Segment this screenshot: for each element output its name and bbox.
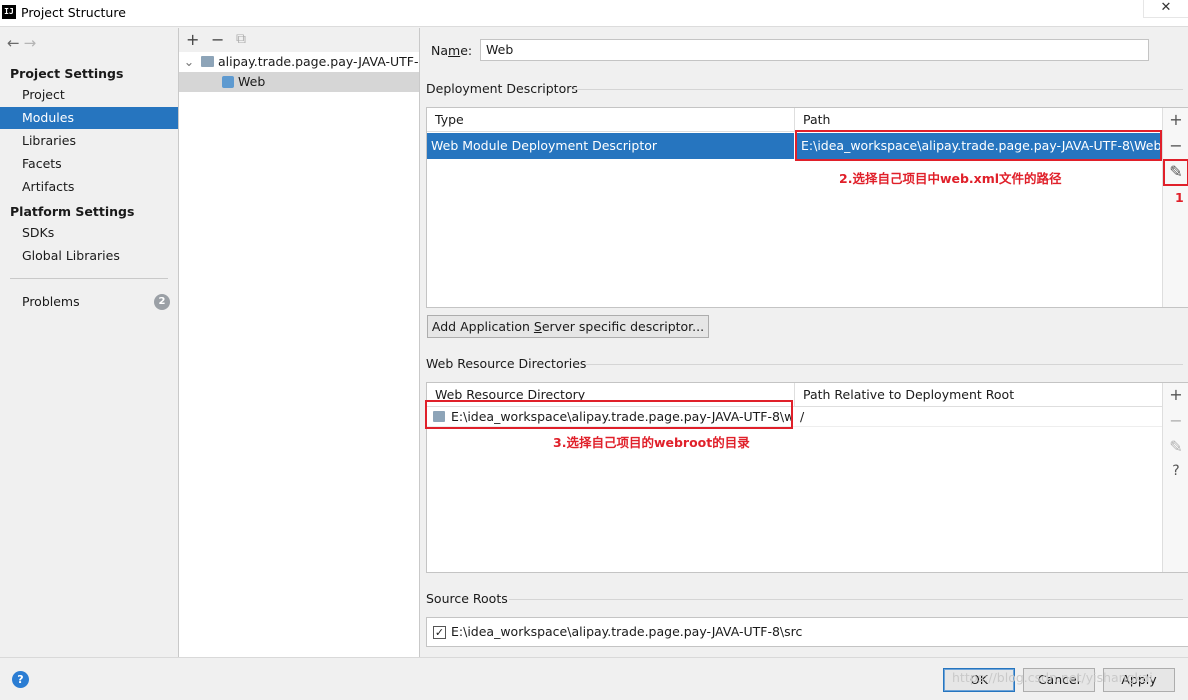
sidebar-item-sdks[interactable]: SDKs [0, 222, 178, 244]
add-descriptor-icon[interactable]: + [1163, 110, 1188, 129]
web-facet-settings: Name: Web Deployment Descriptors Type Pa… [421, 28, 1188, 657]
column-header-relative-path[interactable]: Path Relative to Deployment Root [795, 383, 1162, 407]
edit-descriptor-icon[interactable]: ✎ [1163, 159, 1188, 186]
module-folder-icon [200, 56, 214, 67]
column-divider [794, 108, 795, 132]
deployment-descriptors-title: Deployment Descriptors [426, 81, 578, 96]
sidebar-item-artifacts[interactable]: Artifacts [0, 176, 178, 198]
source-roots-title: Source Roots [426, 591, 508, 606]
remove-icon[interactable]: − [211, 30, 224, 49]
annotation-webroot-directory: 3.选择自己项目的webroot的目录 [553, 435, 750, 450]
section-divider [509, 599, 1183, 600]
project-settings-heading: Project Settings [10, 66, 124, 81]
add-directory-icon[interactable]: + [1163, 385, 1188, 404]
column-header-path[interactable]: Path [795, 108, 1162, 132]
annotation-descriptor-path: 2.选择自己项目中web.xml文件的路径 [839, 171, 1062, 186]
add-icon[interactable]: + [186, 30, 199, 49]
web-resource-tools: + − ✎ ? [1162, 383, 1188, 572]
sidebar-item-global-libraries[interactable]: Global Libraries [0, 245, 178, 267]
annotation-step-1: 1 [1175, 190, 1184, 205]
source-root-path: E:\idea_workspace\alipay.trade.page.pay-… [451, 624, 803, 639]
section-divider [586, 364, 1183, 365]
column-header-type[interactable]: Type [427, 108, 795, 132]
section-divider [573, 89, 1183, 90]
descriptor-tools: + − ✎ [1162, 108, 1188, 307]
sidebar-item-libraries[interactable]: Libraries [0, 130, 178, 152]
settings-sidebar: ←→ Project Settings Project Modules Libr… [0, 28, 179, 657]
history-navigation: ←→ [7, 34, 40, 52]
edit-directory-icon[interactable]: ✎ [1163, 437, 1188, 456]
platform-settings-heading: Platform Settings [10, 204, 135, 219]
chevron-down-icon[interactable]: ⌄ [181, 52, 197, 72]
descriptor-row-type[interactable]: Web Module Deployment Descriptor [427, 133, 794, 159]
name-label: Name: [431, 43, 473, 58]
remove-descriptor-icon[interactable]: − [1163, 136, 1188, 155]
source-root-checkbox[interactable]: ✓ [433, 626, 446, 639]
sidebar-item-modules[interactable]: Modules [0, 107, 178, 129]
sidebar-item-project[interactable]: Project [0, 84, 178, 106]
source-roots-list: ✓ E:\idea_workspace\alipay.trade.page.pa… [426, 617, 1188, 647]
web-facet-icon [222, 76, 234, 88]
deployment-descriptors-table: Type Path Web Module Deployment Descript… [426, 107, 1188, 308]
forward-arrow-icon[interactable]: → [24, 34, 41, 52]
back-arrow-icon[interactable]: ← [7, 34, 24, 52]
remove-directory-icon[interactable]: − [1163, 411, 1188, 430]
module-tree-toolbar: + − ⧉ [179, 28, 419, 52]
web-resource-directories-title: Web Resource Directories [426, 356, 587, 371]
problems-count-badge: 2 [154, 294, 170, 310]
sidebar-item-facets[interactable]: Facets [0, 153, 178, 175]
annotation-highlight-directory [425, 400, 793, 429]
window-title: Project Structure [21, 5, 126, 20]
tree-item-root-module[interactable]: ⌄ alipay.trade.page.pay-JAVA-UTF-8 [179, 52, 419, 89]
web-resource-directories-table: Web Resource Directory Path Relative to … [425, 382, 1188, 573]
intellij-app-icon: IJ [2, 5, 16, 19]
help-icon[interactable]: ? [1163, 463, 1188, 479]
sidebar-item-problems[interactable]: Problems [0, 291, 178, 313]
column-divider [794, 383, 795, 407]
annotation-highlight-path [795, 130, 1162, 161]
tree-item-web-facet[interactable]: Web [179, 72, 419, 92]
add-server-descriptor-button[interactable]: Add Application Server specific descript… [427, 315, 709, 338]
name-field[interactable]: Web [480, 39, 1149, 61]
dialog-footer: ? OK Cancel Apply https://blog.csdn.net/… [0, 657, 1188, 700]
watermark-text: https://blog.csdn.net/yishangkai [952, 670, 1153, 685]
module-tree-panel: + − ⧉ ⌄ alipay.trade.page.pay-JAVA-UTF-8… [179, 28, 420, 657]
help-icon[interactable]: ? [12, 671, 29, 688]
close-window-button[interactable]: ✕ [1143, 0, 1188, 18]
sidebar-divider [10, 278, 168, 279]
web-facet-label: Web [238, 74, 266, 89]
title-bar: IJ Project Structure ✕ [0, 0, 1188, 27]
relative-path-value: / [800, 409, 805, 424]
copy-icon[interactable]: ⧉ [236, 31, 246, 47]
